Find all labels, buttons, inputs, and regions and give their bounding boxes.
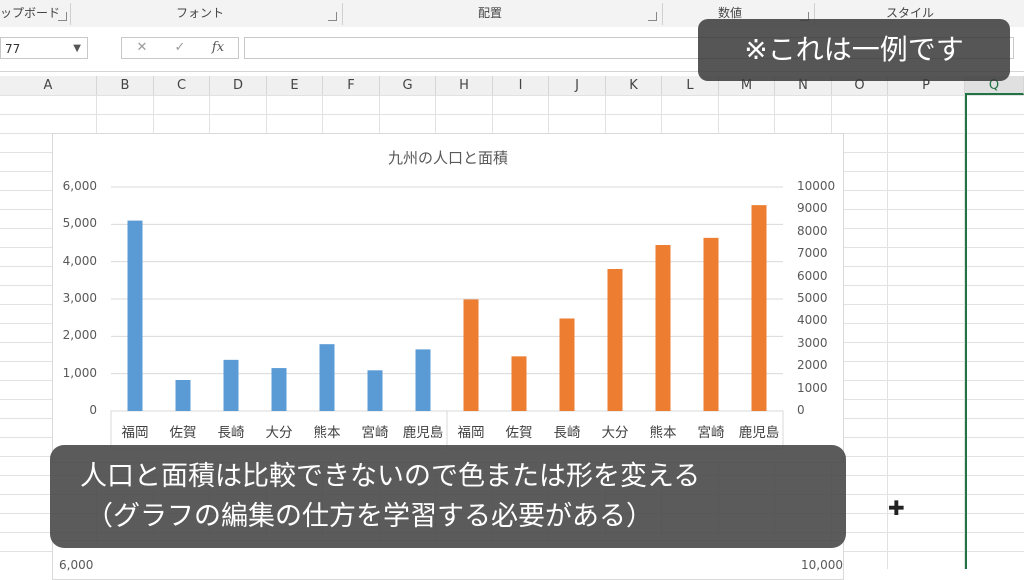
name-box[interactable]: 77 ▼ xyxy=(0,37,88,59)
category-label: 大分 xyxy=(265,425,293,441)
right-axis-tick-label: 4000 xyxy=(797,313,828,328)
category-label: 熊本 xyxy=(313,425,341,441)
bar-right-13[interactable] xyxy=(751,205,767,411)
bar-right-8[interactable] xyxy=(511,356,527,411)
bar-right-11[interactable] xyxy=(655,245,671,411)
cursor-icon: ✚ xyxy=(888,496,905,520)
font-launcher-icon[interactable] xyxy=(328,12,337,21)
caption-line-2: （グラフの編集の仕方を学習する必要がある） xyxy=(86,501,653,532)
example-note-badge: ※これは一例です xyxy=(698,19,1010,81)
category-label: 鹿児島 xyxy=(738,425,780,441)
ribbon-group-alignment: 配置 xyxy=(477,6,502,20)
chart-plot-area[interactable] xyxy=(53,134,843,462)
column-header-I[interactable]: I xyxy=(493,76,549,95)
left-axis-tick-label: 2,000 xyxy=(62,328,97,343)
chevron-down-icon[interactable]: ▼ xyxy=(73,38,81,60)
category-label: 長崎 xyxy=(553,425,581,441)
category-label: 大分 xyxy=(601,425,629,441)
category-label: 佐賀 xyxy=(505,425,533,441)
bar-left-6[interactable] xyxy=(415,349,431,411)
category-label: 福岡 xyxy=(457,425,485,441)
left-axis-tick-label: 6,000 xyxy=(62,179,97,193)
right-axis-tick-label: 10000 xyxy=(797,179,836,193)
bar-left-3[interactable] xyxy=(271,368,287,411)
bar-right-10[interactable] xyxy=(607,268,623,411)
left-axis-tick-label: 3,000 xyxy=(62,291,97,305)
left-axis-tick-label: 1,000 xyxy=(62,365,97,380)
column-header-F[interactable]: F xyxy=(323,76,380,95)
bar-right-12[interactable] xyxy=(703,237,719,411)
formula-buttons: ✕ ✓ fx xyxy=(121,37,239,59)
bar-left-5[interactable] xyxy=(367,370,383,411)
right-axis-tick-label: 7000 xyxy=(797,246,828,261)
column-header-K[interactable]: K xyxy=(606,76,662,95)
insert-function-icon[interactable]: fx xyxy=(204,38,232,58)
bar-left-4[interactable] xyxy=(319,344,335,411)
category-label: 熊本 xyxy=(649,425,677,441)
enter-icon[interactable]: ✓ xyxy=(166,38,194,58)
caption-box: 人口と面積は比較できないので色または形を変える （グラフの編集の仕方を学習する必… xyxy=(50,445,846,548)
bar-right-7[interactable] xyxy=(463,299,479,411)
category-label: 福岡 xyxy=(121,425,149,441)
left-axis-tick-label: 5,000 xyxy=(62,216,97,231)
category-label: 佐賀 xyxy=(169,425,197,441)
ribbon-group-font: フォント xyxy=(175,6,224,20)
alignment-launcher-icon[interactable] xyxy=(648,12,657,21)
column-header-H[interactable]: H xyxy=(436,76,493,95)
bar-left-2[interactable] xyxy=(223,359,239,411)
right-axis-tick-label: 9000 xyxy=(797,201,828,216)
column-header-G[interactable]: G xyxy=(380,76,436,95)
column-header-J[interactable]: J xyxy=(549,76,606,95)
right-axis-tick-label: 8000 xyxy=(797,223,828,238)
column-header-B[interactable]: B xyxy=(97,76,154,95)
ribbon-group-clipboard: ップボード xyxy=(0,6,61,20)
selected-column-outline xyxy=(965,95,1024,569)
chart2-left-axis-tick: 6,000 xyxy=(59,558,94,572)
bar-right-9[interactable] xyxy=(559,318,575,411)
right-axis-tick-label: 5000 xyxy=(797,291,828,305)
chart2-right-axis-tick: 10,000 xyxy=(801,558,843,572)
category-label: 宮崎 xyxy=(361,425,389,441)
right-axis-tick-label: 3000 xyxy=(797,335,828,350)
cancel-icon[interactable]: ✕ xyxy=(128,38,156,58)
caption-line-1: 人口と面積は比較できないので色または形を変える xyxy=(80,461,701,492)
left-axis-tick-label: 0 xyxy=(89,403,97,417)
name-box-value: 77 xyxy=(5,42,21,56)
bar-left-0[interactable] xyxy=(127,220,143,411)
category-label: 鹿児島 xyxy=(402,425,444,441)
column-header-C[interactable]: C xyxy=(154,76,210,95)
column-header-A[interactable]: A xyxy=(0,76,97,95)
column-header-D[interactable]: D xyxy=(210,76,267,95)
category-label: 宮崎 xyxy=(697,425,725,441)
right-axis-tick-label: 6000 xyxy=(797,268,828,283)
population-area-chart[interactable]: 九州の人口と面積 6,000 5,000 4,000 3,000 2,000 1,000 0… xyxy=(52,133,844,463)
right-axis-tick-label: 2000 xyxy=(797,358,828,373)
bar-left-1[interactable] xyxy=(175,380,191,411)
left-axis-tick-label: 4,000 xyxy=(62,253,97,268)
right-axis-tick-label: 1000 xyxy=(797,380,828,395)
clipboard-launcher-icon[interactable] xyxy=(58,12,67,21)
category-label: 長崎 xyxy=(217,425,245,441)
right-axis-tick-label: 0 xyxy=(797,403,805,417)
column-header-E[interactable]: E xyxy=(267,76,323,95)
